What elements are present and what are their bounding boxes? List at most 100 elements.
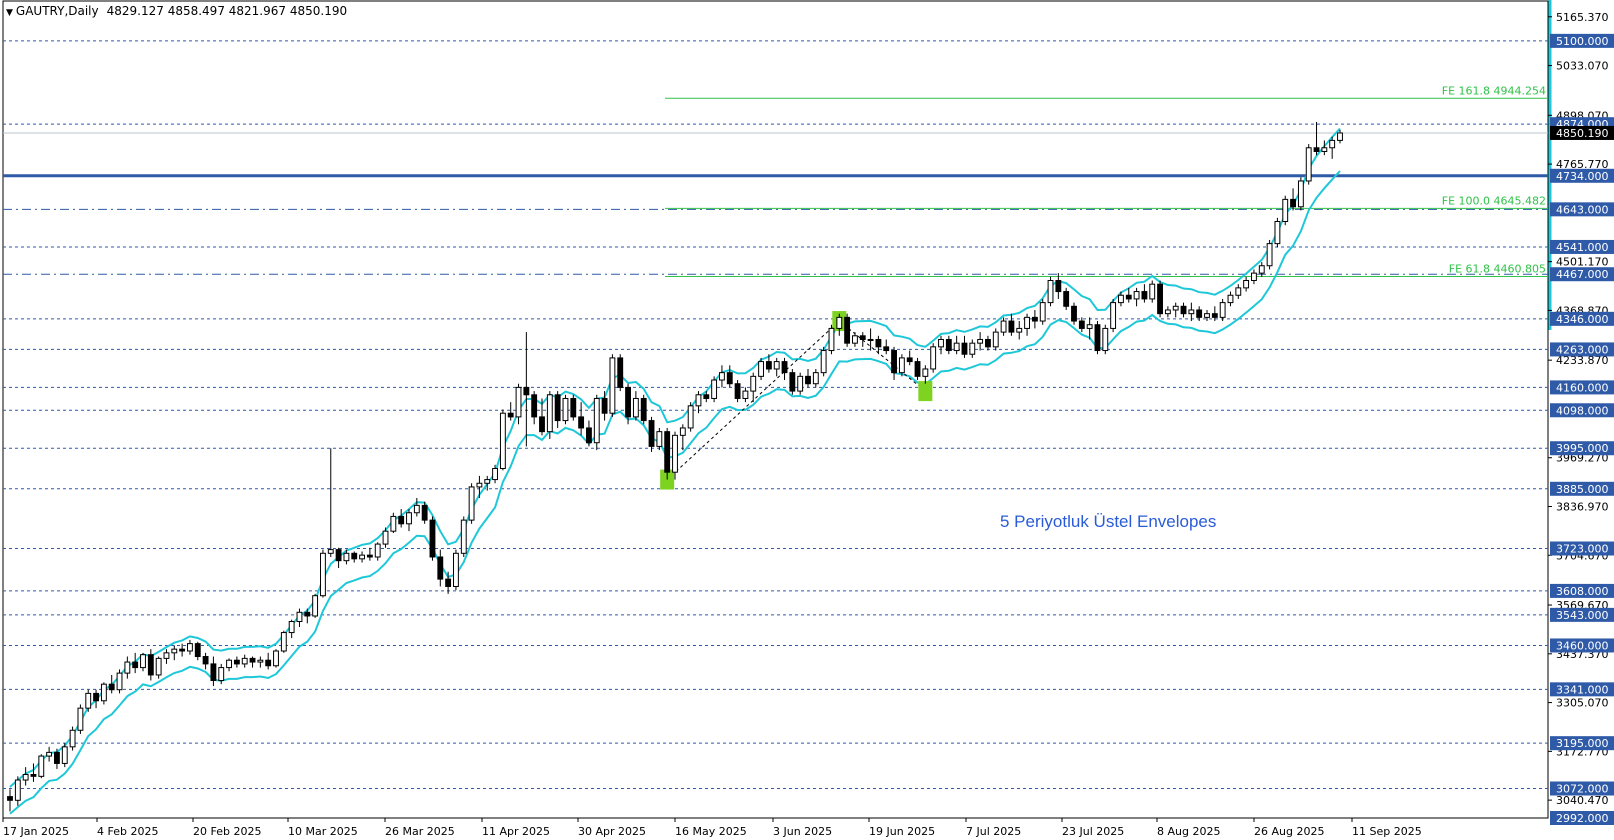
y-tick-label: 3305.070 [1556,697,1609,710]
collapse-triangle-icon[interactable]: ▼ [6,8,13,18]
candle-body [406,512,412,525]
candle-body [898,357,905,374]
candle-body [14,779,21,801]
candle-body [1031,316,1038,322]
candle-body [429,519,436,558]
candle-body [147,654,154,676]
candle-body [288,621,295,634]
candle-body [179,648,186,652]
candle-body [69,729,76,748]
candle-body [891,350,897,374]
candle-body [1305,147,1312,182]
candle-body [1102,327,1109,352]
candle-body [1219,302,1226,318]
x-tick-label: 19 Jun 2025 [869,825,935,838]
candle-body [1016,327,1023,333]
candle-body [781,361,788,374]
level-price-label: 4098.000 [1556,404,1609,417]
candle-body [351,552,358,560]
candle-body [413,504,420,514]
symbol-label: GAUTRY,Daily [15,4,99,18]
candle-body [922,368,929,377]
candle-body [390,515,397,532]
candle-body [273,650,279,667]
candle-body [233,659,240,665]
candle-body [1196,309,1203,318]
candle-body [844,316,851,344]
candle-body [1227,294,1234,304]
candle-body [883,346,890,352]
candle-body [742,390,749,399]
level-price-label: 3341.000 [1556,683,1609,696]
x-tick-label: 3 Jun 2025 [773,825,832,838]
candle-body [108,683,115,691]
candle-body [1125,294,1132,300]
candle-body [593,397,600,444]
candle-body [124,661,131,674]
candle-body [867,338,874,341]
candle-body [22,773,29,781]
candle-body [1024,316,1030,329]
candle-body [586,427,592,444]
fib-label: FE 161.8 4944.254 [1442,84,1546,97]
candle-body [648,420,655,447]
y-tick-label: 4501.170 [1556,256,1609,269]
candle-body [601,397,608,414]
candle-body [789,372,796,392]
candle-body [1337,132,1343,141]
candle-body [562,397,569,422]
price-chart[interactable]: FE 161.8 4944.254 FE 100.0 4645.482 FE 61.… [0,0,1614,840]
candle-body [797,375,804,392]
level-price-label: 4467.000 [1556,268,1609,281]
candle-body [640,397,647,422]
candle-body [523,386,530,396]
candle-body [445,578,452,587]
candle-body [93,692,99,702]
candle-body [1094,324,1101,352]
fib-label: FE 61.8 4460.805 [1449,263,1546,276]
candle-body [1297,180,1304,208]
candle-body [163,652,170,659]
candle-body [1039,302,1046,322]
candle-body [515,386,522,418]
candle-body [46,751,53,757]
x-tick-label: 10 Mar 2025 [288,825,358,838]
candle-body [672,434,678,473]
candle-body [1000,320,1007,333]
candle-body [570,397,577,418]
candle-body [758,361,764,377]
candle-body [805,375,811,385]
candle-body [226,659,232,669]
x-tick-label: 16 May 2025 [675,825,747,838]
level-price-label: 3543.000 [1556,609,1609,622]
signal-box [918,381,933,402]
candle-body [1078,320,1085,329]
candle-body [265,659,272,667]
candle-body [492,468,498,481]
candle-body [468,486,475,521]
candle-body [38,755,45,777]
candle-body [953,342,960,352]
level-price-label: 4541.000 [1556,241,1609,254]
candle-body [296,611,303,623]
level-price-label: 4346.000 [1556,313,1609,326]
candle-body [54,751,60,764]
candle-body [992,331,999,348]
candle-body [1055,279,1062,293]
candle-body [382,530,389,545]
y-tick-label: 5033.070 [1556,60,1609,73]
level-price-label: 3195.000 [1556,737,1609,750]
candle-body [1047,279,1054,304]
candle-body [1141,291,1148,300]
candle-body [1258,265,1265,274]
candle-body [335,549,342,562]
candle-body [218,667,225,681]
candle-body [1172,305,1179,311]
candle-body [312,595,319,617]
candle-body [945,338,952,352]
candle-body [1110,302,1117,329]
candle-body [734,383,741,399]
candle-body [687,405,694,429]
candle-body [116,672,123,691]
candle-body [1164,309,1171,315]
